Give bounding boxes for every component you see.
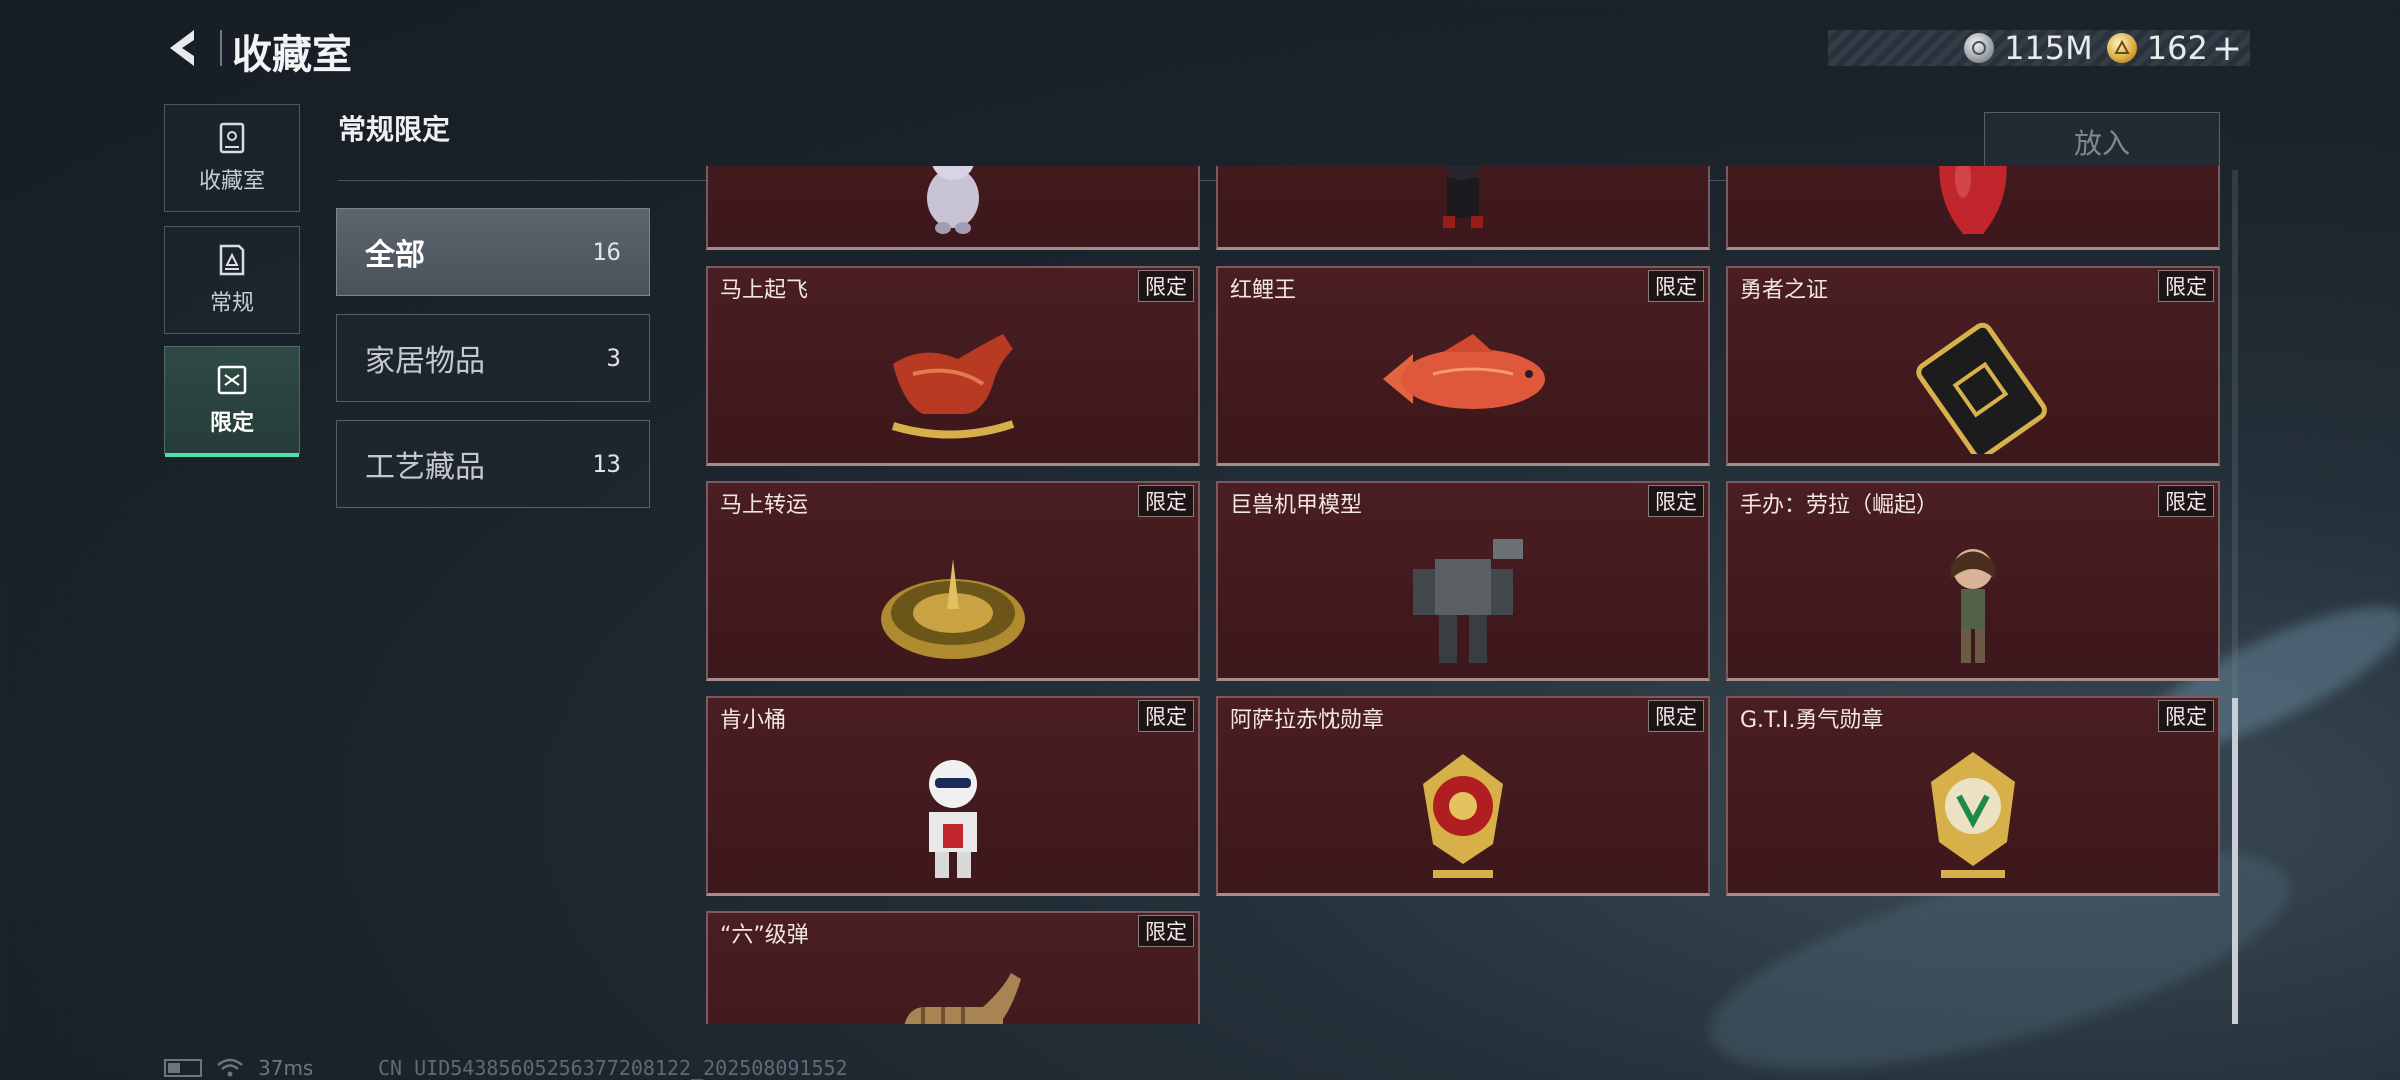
section-title: 常规限定 xyxy=(338,113,451,146)
grid-scrollbar[interactable] xyxy=(2232,170,2238,1024)
limited-tag: 限定 xyxy=(1138,915,1194,947)
silver-currency: 115M xyxy=(1964,29,2093,67)
category-name: 家居物品 xyxy=(365,344,485,379)
card-name: “六”级弹 xyxy=(720,923,809,948)
red-medal-icon xyxy=(1423,754,1503,878)
wifi-icon xyxy=(217,1058,243,1077)
spinner-disc-icon xyxy=(881,559,1025,659)
horse-icon xyxy=(891,334,1015,439)
card-name: 红鲤王 xyxy=(1230,278,1297,303)
limited-tag: 限定 xyxy=(2158,700,2214,732)
scrollbar-thumb[interactable] xyxy=(2232,698,2238,1024)
nav-item-regular[interactable]: 常规 xyxy=(164,226,300,334)
limited-tag: 限定 xyxy=(1138,270,1194,302)
category-crafts[interactable]: 工艺藏品 13 xyxy=(336,420,650,508)
category-home-items[interactable]: 家居物品 3 xyxy=(336,314,650,402)
carp-icon xyxy=(1383,334,1545,409)
colonel-figure-icon xyxy=(929,760,977,878)
status-bar: 37ms xyxy=(164,1056,313,1080)
collection-card[interactable]: 肯小桶 限定 xyxy=(706,696,1200,896)
collection-card[interactable]: 马上转运 限定 xyxy=(706,481,1200,681)
put-in-button[interactable]: 放入 xyxy=(1984,112,2220,172)
card-name: 勇者之证 xyxy=(1740,278,1829,303)
back-arrow-icon[interactable] xyxy=(160,24,208,72)
card-name: 肯小桶 xyxy=(720,708,787,733)
green-medal-icon xyxy=(1931,752,2015,878)
mech-icon xyxy=(1413,539,1523,663)
category-name: 工艺藏品 xyxy=(365,450,485,485)
category-count: 13 xyxy=(592,450,621,478)
category-count: 3 xyxy=(606,344,621,372)
card-badge-icon xyxy=(1916,322,2047,454)
hand-sign-icon xyxy=(904,973,1021,1024)
collection-card[interactable]: 勇者之证 限定 xyxy=(1726,266,2220,466)
figurine-icon xyxy=(927,166,979,234)
card-name: 马上转运 xyxy=(720,493,809,518)
category-count: 16 xyxy=(592,238,621,266)
nav-label: 常规 xyxy=(209,291,254,316)
card-name: G.T.I.勇气勋章 xyxy=(1740,708,1884,733)
lara-figure-icon xyxy=(1951,549,1995,663)
limited-tag: 限定 xyxy=(1138,485,1194,517)
gold-currency[interactable]: 162 + xyxy=(2106,28,2242,69)
limited-icon xyxy=(217,365,247,395)
nav-item-limited[interactable]: 限定 xyxy=(164,346,300,457)
card-name: 马上起飞 xyxy=(720,278,809,303)
limited-tag: 限定 xyxy=(2158,485,2214,517)
nav-label: 收藏室 xyxy=(198,169,265,194)
collection-card[interactable] xyxy=(1216,166,1710,250)
limited-tag: 限定 xyxy=(1648,700,1704,732)
collection-grid[interactable]: 马上起飞 限定 红鲤王 限定 勇者之证 限定 马上转运 限定 巨兽机甲模型 限定… xyxy=(706,166,2220,1024)
card-name: 巨兽机甲模型 xyxy=(1230,493,1363,518)
collection-card[interactable]: 手办：劳拉（崛起） 限定 xyxy=(1726,481,2220,681)
red-vase-icon xyxy=(1939,166,2007,234)
add-gold-button[interactable]: + xyxy=(2212,28,2242,69)
currency-bar: 115M 162 + xyxy=(1828,28,2250,69)
page-title: 收藏室 xyxy=(232,32,352,78)
ping-text: 37ms xyxy=(258,1056,314,1080)
collection-card[interactable]: 马上起飞 限定 xyxy=(706,266,1200,466)
robot-figure-icon xyxy=(1443,166,1483,228)
card-icon xyxy=(219,244,245,276)
silver-coin-icon xyxy=(1964,33,1995,63)
uid-text: CN UID543856052563772081​22_202508091552 xyxy=(378,1056,848,1080)
cabinet-icon xyxy=(219,122,245,154)
nav-label: 限定 xyxy=(209,411,254,436)
limited-tag: 限定 xyxy=(1648,485,1704,517)
collection-card[interactable]: 巨兽机甲模型 限定 xyxy=(1216,481,1710,681)
collection-card[interactable]: G.T.I.勇气勋章 限定 xyxy=(1726,696,2220,896)
card-name: 阿萨拉赤忱勋章 xyxy=(1230,708,1385,733)
limited-tag: 限定 xyxy=(1138,700,1194,732)
collection-card[interactable]: 阿萨拉赤忱勋章 限定 xyxy=(1216,696,1710,896)
limited-tag: 限定 xyxy=(2158,270,2214,302)
nav-item-collection-room[interactable]: 收藏室 xyxy=(164,104,300,212)
collection-card[interactable]: 红鲤王 限定 xyxy=(1216,266,1710,466)
collection-card[interactable] xyxy=(706,166,1200,250)
category-name: 全部 xyxy=(365,238,425,273)
card-name: 手办：劳拉（崛起） xyxy=(1740,493,1939,518)
title-separator xyxy=(220,30,222,66)
collection-card[interactable]: “六”级弹 限定 xyxy=(706,911,1200,1024)
gold-coin-icon xyxy=(2106,33,2137,63)
battery-icon xyxy=(164,1059,202,1077)
collection-card[interactable] xyxy=(1726,166,2220,250)
limited-tag: 限定 xyxy=(1648,270,1704,302)
category-all[interactable]: 全部 16 xyxy=(336,208,650,296)
gold-amount: 162 xyxy=(2146,29,2208,67)
silver-amount: 115M xyxy=(2004,29,2093,67)
